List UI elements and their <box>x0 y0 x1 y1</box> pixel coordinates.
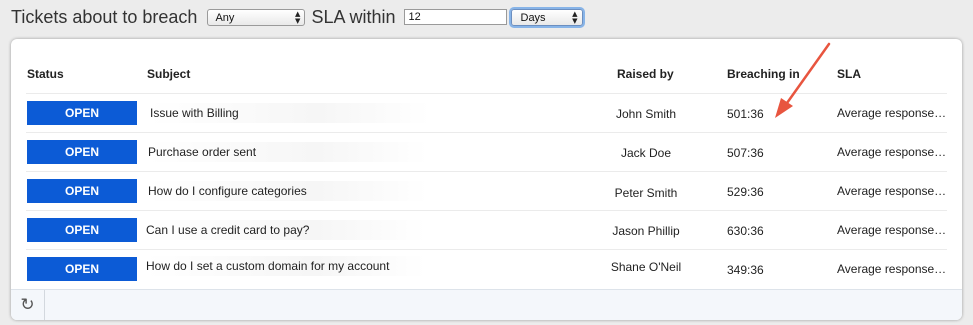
header-breaching-in[interactable]: Breaching in <box>727 67 800 81</box>
ticket-subject[interactable]: How do I configure categories <box>148 181 428 201</box>
sla-within-label: SLA within <box>311 6 396 27</box>
status-badge: OPEN <box>27 140 137 164</box>
priority-select-value: Any <box>215 11 235 24</box>
breaching-in: 501:36 <box>727 107 764 121</box>
raised-by: Jack Doe <box>620 146 672 160</box>
select-arrows-icon: ▲ ▼ <box>295 9 301 25</box>
header-raised-by[interactable]: Raised by <box>617 67 674 81</box>
header-subject[interactable]: Subject <box>147 67 190 81</box>
header-status[interactable]: Status <box>27 67 64 81</box>
sla-name: Average response… <box>837 223 947 237</box>
table-row[interactable]: OPEN Issue with Billing John Smith 501:3… <box>26 93 947 133</box>
table-row[interactable]: OPEN Purchase order sent Jack Doe 507:36… <box>26 132 947 172</box>
status-badge: OPEN <box>27 179 137 203</box>
sla-name: Average response… <box>837 145 947 159</box>
ticket-subject[interactable]: How do I set a custom domain for my acco… <box>146 256 426 276</box>
panel-footer: ↻ <box>11 289 962 320</box>
raised-by: Jason Phillip <box>612 224 680 238</box>
refresh-icon[interactable]: ↻ <box>11 290 45 320</box>
unit-select[interactable]: Days ▲ ▼ <box>510 8 583 26</box>
breaching-in: 349:36 <box>727 263 764 277</box>
tickets-panel: Status Subject Raised by Breaching in SL… <box>11 39 962 320</box>
status-badge: OPEN <box>27 101 137 125</box>
unit-select-value: Days <box>520 11 546 24</box>
header-sla[interactable]: SLA <box>837 67 861 81</box>
sla-name: Average response… <box>837 262 947 276</box>
raised-by: John Smith <box>615 107 677 121</box>
ticket-subject[interactable]: Can I use a credit card to pay? <box>146 220 426 240</box>
breaching-in: 630:36 <box>727 224 764 238</box>
sla-name: Average response… <box>837 106 947 120</box>
table-row[interactable]: OPEN How do I configure categories Peter… <box>26 171 947 211</box>
raised-by: Peter Smith <box>614 186 678 200</box>
table-row[interactable]: OPEN How do I set a custom domain for my… <box>26 249 947 289</box>
table-row[interactable]: OPEN Can I use a credit card to pay? Jas… <box>26 210 947 250</box>
ticket-subject[interactable]: Purchase order sent <box>148 142 428 162</box>
ticket-subject[interactable]: Issue with Billing <box>150 103 430 123</box>
status-badge: OPEN <box>27 257 137 281</box>
raised-by: Shane O'Neil <box>610 260 682 274</box>
breaching-in: 507:36 <box>727 146 764 160</box>
select-arrows-icon: ▲ ▼ <box>572 9 578 25</box>
status-badge: OPEN <box>27 218 137 242</box>
toolbar: Tickets about to breach Any ▲ ▼ SLA withi… <box>11 5 583 29</box>
priority-select[interactable]: Any ▲ ▼ <box>207 8 306 26</box>
breaching-in: 529:36 <box>727 185 764 199</box>
sla-value-input[interactable] <box>403 9 507 25</box>
page-title: Tickets about to breach <box>11 6 198 27</box>
sla-name: Average response… <box>837 184 947 198</box>
